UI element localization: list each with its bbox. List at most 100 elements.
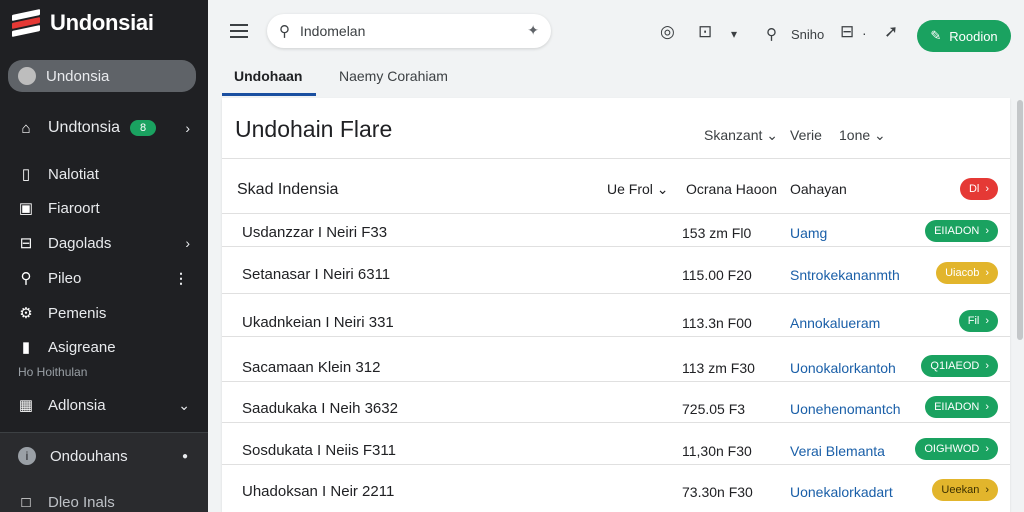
row-name: Sacamaan Klein 312 <box>242 359 381 376</box>
divider <box>222 158 1010 159</box>
row-name: Saadukaka I Neih 3632 <box>242 400 398 417</box>
table-header-name: Skad Indensia <box>237 181 339 198</box>
table-header-time[interactable]: Ocrana Haoon <box>686 181 777 197</box>
view-label[interactable]: Verie <box>790 127 822 143</box>
status-badge[interactable]: OIGHWOD › <box>915 438 998 460</box>
search-bar[interactable]: ⚲ ✦ <box>267 14 551 48</box>
app-logo[interactable]: Undonsiai <box>12 8 154 38</box>
row-name: Sosdukata I Neiis F311 <box>242 442 396 459</box>
row-link[interactable]: Uamg <box>790 225 827 241</box>
row-name: Ukadnkeian I Neiri 331 <box>242 314 394 331</box>
scrollbar[interactable] <box>1017 100 1023 340</box>
row-divider <box>222 246 1010 247</box>
status-badge-label: Fil <box>967 315 980 327</box>
status-badge[interactable]: Q1IAEOD › <box>921 355 998 377</box>
dot-icon: ● <box>181 450 188 462</box>
header-action-button[interactable]: Dl › <box>959 178 998 200</box>
status-badge[interactable]: Uiacob › <box>936 262 998 284</box>
sidebar-item-ondouhans[interactable]: i Ondouhans ● <box>0 441 208 471</box>
document-icon: ▮ <box>21 339 31 356</box>
tab-secondary[interactable]: Naemy Corahiam <box>339 68 448 84</box>
logo-icon <box>12 9 40 37</box>
edit-icon: ✎ <box>930 28 942 43</box>
row-link[interactable]: Sntrokekananmth <box>790 267 900 283</box>
chevron-right-icon: › <box>985 360 989 372</box>
sidebar-active-item[interactable]: Undonsia <box>8 60 196 92</box>
info-icon: i <box>18 447 36 465</box>
briefcase-icon[interactable]: ⊡ <box>698 22 712 42</box>
row-name: Uhadoksan I Neir 2211 <box>242 483 395 500</box>
status-badge[interactable]: EIIADON › <box>925 220 998 242</box>
row-divider <box>222 422 1010 423</box>
row-time: 73.30n F30 <box>682 484 753 500</box>
status-badge: 8 <box>130 120 157 136</box>
chevron-right-icon: › <box>985 443 989 455</box>
sidebar-item-pemenis[interactable]: ⚙ Pemenis <box>0 298 208 328</box>
menu-icon[interactable] <box>230 24 248 38</box>
row-link[interactable]: Uonokalorkantoh <box>790 360 896 376</box>
page-title: Undohain Flare <box>235 116 393 142</box>
chevron-down-icon: ⌄ <box>766 127 778 143</box>
chevron-right-icon: › <box>985 183 989 195</box>
sidebar-item-label: Ondouhans <box>50 447 128 465</box>
row-time: 11,30n F30 <box>682 443 752 459</box>
table-header-filter[interactable]: Ue Frol ⌄ <box>607 181 669 198</box>
square-icon: □ <box>21 493 31 511</box>
row-link[interactable]: Annokalueram <box>790 315 880 331</box>
table-header-filter-label: Ue Frol <box>607 181 653 197</box>
row-time: 115.00 F20 <box>682 267 752 283</box>
filter-dropdown-label: Skanzant <box>704 127 763 143</box>
grid-icon: ▦ <box>18 397 34 414</box>
sidebar-item-fiaroort[interactable]: ▣ Fiaroort <box>0 193 208 223</box>
share-icon[interactable]: ➚ <box>884 22 898 42</box>
status-badge-label: Q1IAEOD <box>930 360 980 372</box>
filter-dropdown[interactable]: Skanzant ⌄ <box>704 127 778 144</box>
separator-icon: · <box>862 25 867 41</box>
calendar-icon[interactable]: ⊟ <box>840 22 854 42</box>
status-badge[interactable]: Ueekan › <box>932 479 998 501</box>
search-icon: ⚲ <box>279 23 290 40</box>
pin-icon[interactable]: ✦ <box>527 22 539 39</box>
sidebar-item-asigreane[interactable]: ▮ Asigreane <box>0 332 208 362</box>
search-icon: ⚲ <box>20 270 32 287</box>
sidebar-item-label: Pemenis <box>48 304 107 322</box>
primary-button-label: Roodion <box>949 28 998 44</box>
sidebar-item-home[interactable]: ⌂ Undtonsia 8 › <box>0 113 208 143</box>
zoom-dropdown-label: 1one <box>839 127 871 143</box>
chevron-down-icon: ⌄ <box>178 396 190 413</box>
status-badge-label: EIIADON <box>934 401 980 413</box>
report-icon: ▣ <box>18 200 34 217</box>
caret-down-icon[interactable]: ▾ <box>731 27 737 41</box>
target-icon[interactable]: ◎ <box>660 22 675 42</box>
row-divider <box>222 293 1010 294</box>
search-input[interactable] <box>300 23 510 39</box>
more-vert-icon[interactable]: ⋮ <box>174 270 188 287</box>
row-divider <box>222 464 1010 465</box>
tab-main[interactable]: Undohaan <box>234 68 302 84</box>
sidebar-item-label: Pileo <box>48 269 82 287</box>
sidebar-active-label: Undonsia <box>46 67 110 85</box>
chevron-right-icon: › <box>985 401 989 413</box>
row-link[interactable]: Uonekalorkadart <box>790 484 893 500</box>
row-link[interactable]: Uonehenomantch <box>790 401 901 417</box>
toolbar-label[interactable]: Sniho <box>791 27 824 42</box>
primary-action-button[interactable]: ✎ Roodion <box>917 20 1011 52</box>
sidebar-item-adlonsia[interactable]: ▦ Adlonsia ⌄ <box>0 390 208 420</box>
help-search-icon[interactable]: ⚲ <box>766 25 777 43</box>
status-badge[interactable]: EIIADON › <box>925 396 998 418</box>
chevron-right-icon: › <box>985 267 989 279</box>
chevron-right-icon: › <box>985 225 989 237</box>
chevron-right-icon: › <box>985 315 989 327</box>
status-badge[interactable]: Fil › <box>958 310 998 332</box>
sidebar-item-pileo[interactable]: ⚲ Pileo ⋮ <box>0 263 208 293</box>
sidebar-item-label: Fiaroort <box>48 199 100 217</box>
sidebar-item-dagolads[interactable]: ⊟ Dagolads › <box>0 228 208 258</box>
table-header-link[interactable]: Oahayan <box>790 181 847 197</box>
zoom-dropdown[interactable]: 1one ⌄ <box>839 127 886 144</box>
sidebar-item-dleo-inals[interactable]: □ Dleo Inals <box>0 487 208 512</box>
status-badge-label: Ueekan <box>941 484 980 496</box>
panel-icon: ▯ <box>21 166 31 183</box>
row-link[interactable]: Verai Blemanta <box>790 443 885 459</box>
sidebar-item-nalotiat[interactable]: ▯ Nalotiat <box>0 159 208 189</box>
home-icon: ⌂ <box>21 119 31 137</box>
